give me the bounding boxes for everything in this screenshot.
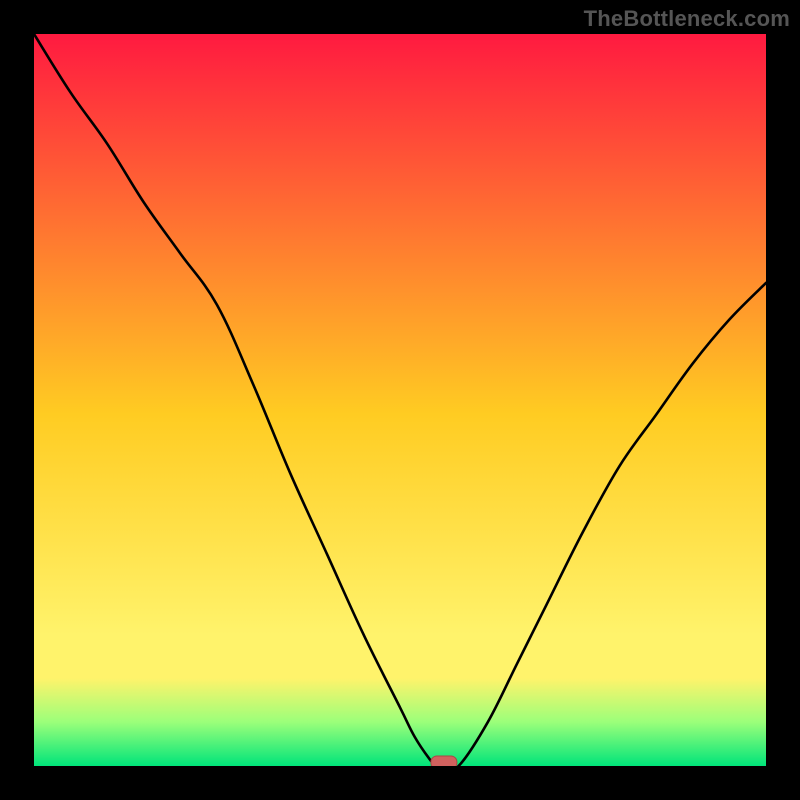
watermark-text: TheBottleneck.com xyxy=(584,6,790,32)
optimal-point-marker xyxy=(431,756,457,766)
bottleneck-chart xyxy=(34,34,766,766)
gradient-background xyxy=(34,34,766,766)
chart-frame: TheBottleneck.com xyxy=(0,0,800,800)
plot-area xyxy=(34,34,766,766)
